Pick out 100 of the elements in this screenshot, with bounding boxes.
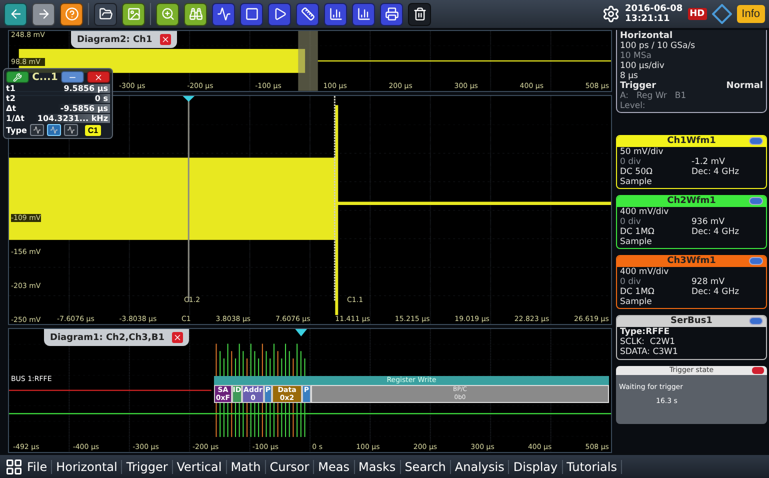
spectrum-icon <box>328 7 342 21</box>
printer-icon <box>384 7 398 21</box>
forward-arrow-icon <box>36 7 50 21</box>
info-text: Dec: 4 GHz <box>692 227 740 237</box>
forward-arrow-button[interactable] <box>32 2 55 26</box>
settings-icon[interactable] <box>602 5 620 23</box>
close-button[interactable] <box>752 367 764 374</box>
info-text: 0 div <box>620 157 642 167</box>
play-button[interactable] <box>268 2 291 26</box>
cursor-value: 0 s <box>92 94 110 103</box>
info-text: 10 MSa <box>620 51 652 61</box>
printer-button[interactable] <box>380 2 403 26</box>
info-text: Reg Wr <box>636 91 667 101</box>
info-text: DC 1MΩ <box>620 287 656 297</box>
menu-item[interactable]: Tutorials <box>562 460 622 474</box>
info-text: B1 <box>674 91 686 101</box>
type-label: Type <box>6 126 27 134</box>
info-text: DC 1MΩ <box>620 227 656 237</box>
close-button[interactable] <box>172 332 184 344</box>
channel-name: Ch1Wfm1 <box>667 136 716 146</box>
minimize-button[interactable] <box>60 71 84 83</box>
menu-item[interactable]: Display <box>509 460 563 474</box>
section-title: Trigger <box>620 81 656 91</box>
info-text: -1.2 mV <box>692 157 726 167</box>
cursor-type-button[interactable] <box>64 124 78 136</box>
image-button[interactable] <box>122 2 145 26</box>
square-icon <box>244 7 258 21</box>
cursor-value: 104.3231... kHz <box>35 114 110 123</box>
cursor-value: -9.5856 µs <box>58 104 110 113</box>
back-arrow-button[interactable] <box>4 2 27 26</box>
folder-button[interactable] <box>94 2 117 26</box>
wrench-button[interactable] <box>6 71 30 83</box>
toggle-button[interactable] <box>749 257 763 265</box>
info-text: Dec: 4 GHz <box>692 167 740 177</box>
info-text: 0 div <box>620 217 642 227</box>
spectrum-button[interactable] <box>324 2 347 26</box>
zoom-button[interactable] <box>156 2 179 26</box>
info-text: A: <box>620 91 629 101</box>
info-text: Sample <box>620 297 653 307</box>
menu-item[interactable]: Search <box>400 460 451 474</box>
info-button[interactable]: Info <box>736 5 765 23</box>
menu-item[interactable]: Horizontal <box>52 460 122 474</box>
cursor-value: 9.5856 µs <box>62 84 110 93</box>
menu-item[interactable]: Cursor <box>266 460 314 474</box>
help-icon <box>64 7 78 21</box>
diagram-title-text: Diagram2: Ch1 <box>77 34 152 44</box>
waveform-icon <box>216 7 230 21</box>
menu-item[interactable]: Trigger <box>122 460 173 474</box>
info-text: 100 µs/div <box>620 61 666 71</box>
info-text: 50 mV/div <box>620 147 664 157</box>
cursor-label: Δt <box>6 104 16 113</box>
info-text: 400 mV/div <box>620 207 670 217</box>
square-button[interactable] <box>240 2 263 26</box>
cursor-type-button[interactable] <box>30 124 44 136</box>
date: 2016-06-08 <box>625 4 683 14</box>
info-text: SCLK: C2W1 <box>620 337 676 347</box>
toggle-button[interactable] <box>749 137 763 145</box>
menu-item[interactable]: Meas <box>314 460 355 474</box>
close-icon <box>94 72 103 82</box>
cursor-title: C...1 <box>32 72 58 82</box>
cursor-label: t2 <box>6 94 16 103</box>
play-icon <box>272 7 286 21</box>
channel-name: Ch3Wfm1 <box>667 256 716 266</box>
close-button[interactable] <box>160 34 172 45</box>
info-text: Level: <box>620 101 646 111</box>
menu-item[interactable]: Masks <box>354 460 401 474</box>
menu-item[interactable]: Vertical <box>172 460 227 474</box>
bus-name: SerBus1 <box>670 316 712 326</box>
info-text: 100 ps / 10 GSa/s <box>620 41 696 51</box>
binoculars-button[interactable] <box>184 2 207 26</box>
info-text: Sample <box>620 177 653 187</box>
help-button[interactable] <box>60 2 83 26</box>
menu-item[interactable]: Analysis <box>450 460 510 474</box>
toggle-button[interactable] <box>749 317 763 325</box>
time: 13:21:11 <box>625 14 671 24</box>
info-text: Type:RFFE <box>620 327 671 337</box>
toggle-button[interactable] <box>749 197 763 205</box>
trigger-mode: Normal <box>726 81 763 91</box>
info-text: Sample <box>620 237 653 247</box>
section-title: Horizontal <box>620 31 673 41</box>
trash-icon <box>412 7 426 21</box>
info-text: Dec: 4 GHz <box>692 287 740 297</box>
chart-icon <box>356 7 370 21</box>
info-text: 928 mV <box>692 277 726 287</box>
source-button[interactable]: C1 <box>84 124 102 136</box>
menu-item[interactable]: Math <box>226 460 266 474</box>
image-icon <box>126 7 140 21</box>
info-text: 400 mV/div <box>620 267 670 277</box>
trash-button[interactable] <box>408 2 431 26</box>
menu-item[interactable]: File <box>23 460 52 474</box>
cursor-label: t1 <box>6 84 16 93</box>
apps-grid-icon[interactable] <box>5 458 23 476</box>
diagram-title-text: Diagram1: Ch2,Ch3,B1 <box>50 332 164 343</box>
close-button[interactable] <box>86 71 110 83</box>
ruler-icon <box>300 7 314 21</box>
chart-button[interactable] <box>352 2 375 26</box>
waveform-button[interactable] <box>212 2 235 26</box>
ruler-button[interactable] <box>296 2 319 26</box>
cursor-type-button[interactable] <box>46 124 61 136</box>
wrench-icon <box>13 72 22 82</box>
